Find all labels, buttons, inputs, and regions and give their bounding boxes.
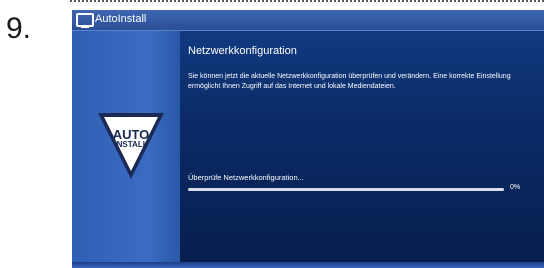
content-panel: Netzwerkkonfiguration Sie können jetzt d…	[180, 31, 544, 268]
sidebar: AUTO INSTALL	[72, 31, 180, 268]
progress-bar	[188, 188, 504, 191]
status-text: Überprüfe Netzwerkkonfiguration...	[188, 173, 304, 182]
title-bar: AutoInstall	[72, 10, 544, 31]
page-title: Netzwerkkonfiguration	[188, 45, 297, 57]
description-text: Sie können jetzt die aktuelle Netzwerkko…	[188, 73, 511, 90]
dotted-separator	[70, 0, 544, 2]
auto-install-logo: AUTO INSTALL	[96, 111, 166, 181]
bottom-strip	[72, 262, 544, 268]
step-number: 9.	[6, 12, 32, 45]
logo-line-2: INSTALL	[114, 140, 148, 149]
tv-screen: AutoInstall AUTO INSTALL Netzwerkkonfigu…	[72, 10, 544, 268]
tv-icon	[76, 13, 94, 28]
window-title: AutoInstall	[95, 13, 147, 25]
progress-percent: 0%	[510, 184, 521, 191]
